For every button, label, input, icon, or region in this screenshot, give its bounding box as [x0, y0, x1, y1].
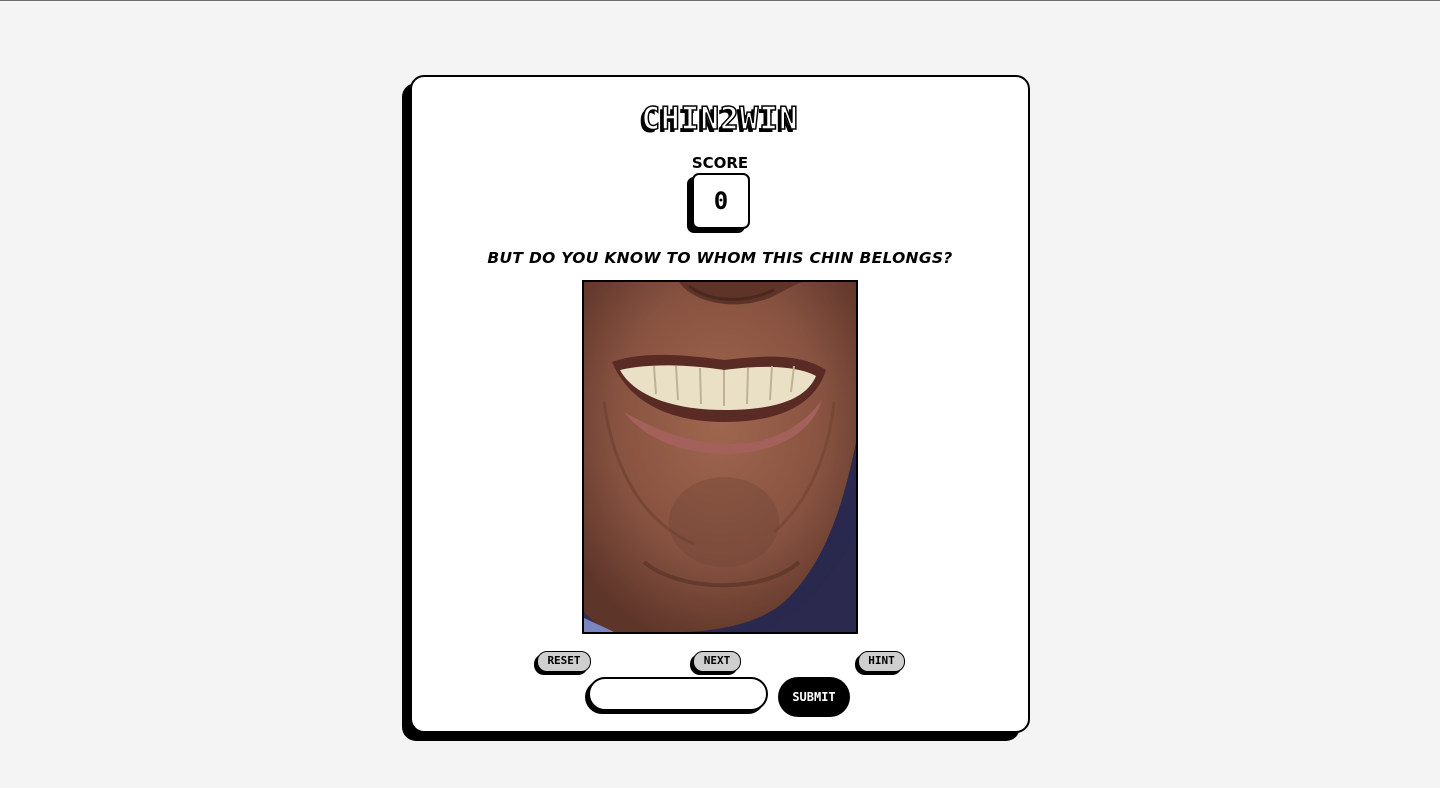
reset-button[interactable]: RESET: [537, 651, 591, 672]
next-button[interactable]: NEXT: [693, 651, 741, 672]
score-value: 0: [692, 173, 750, 229]
question-text: BUT DO YOU KNOW TO WHOM THIS CHIN BELONG…: [487, 249, 953, 267]
score-label: SCORE: [691, 154, 749, 172]
answer-input[interactable]: [588, 677, 768, 711]
submit-button[interactable]: SUBMIT: [778, 677, 850, 717]
game-card: CHIN2WIN SCORE 0 BUT DO YOU KNOW TO WHOM…: [410, 75, 1030, 733]
hint-button[interactable]: HINT: [858, 651, 905, 672]
game-title: CHIN2WIN: [641, 100, 799, 138]
chin-photo: [582, 280, 858, 634]
